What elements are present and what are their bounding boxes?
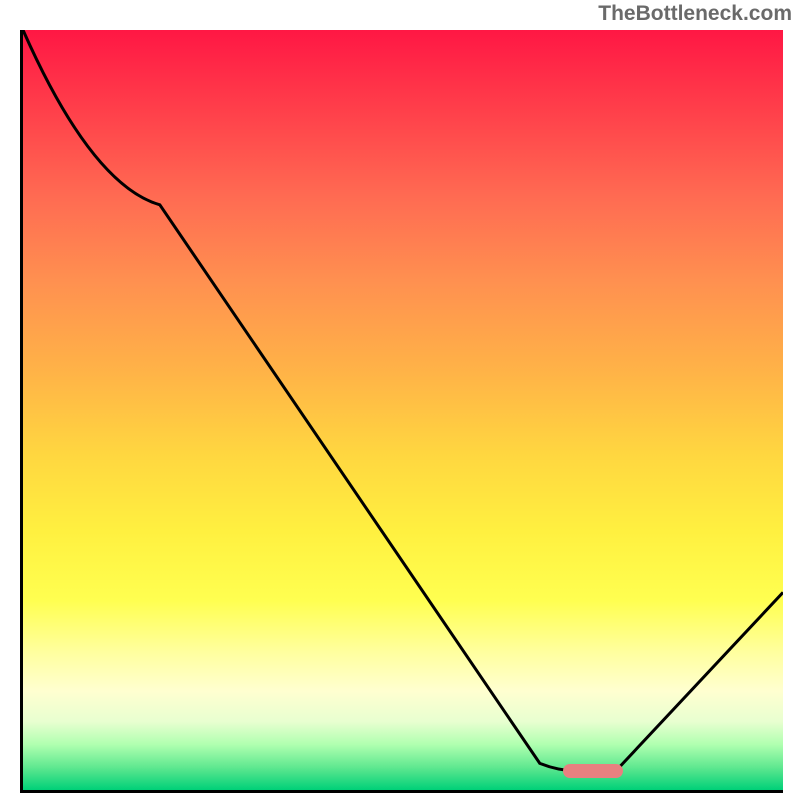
plot-area <box>20 30 783 793</box>
chart-container: TheBottleneck.com <box>0 0 800 800</box>
watermark-text: TheBottleneck.com <box>598 2 792 26</box>
bottleneck-curve <box>23 30 783 771</box>
optimal-marker <box>563 764 624 778</box>
curve-svg <box>23 30 783 790</box>
